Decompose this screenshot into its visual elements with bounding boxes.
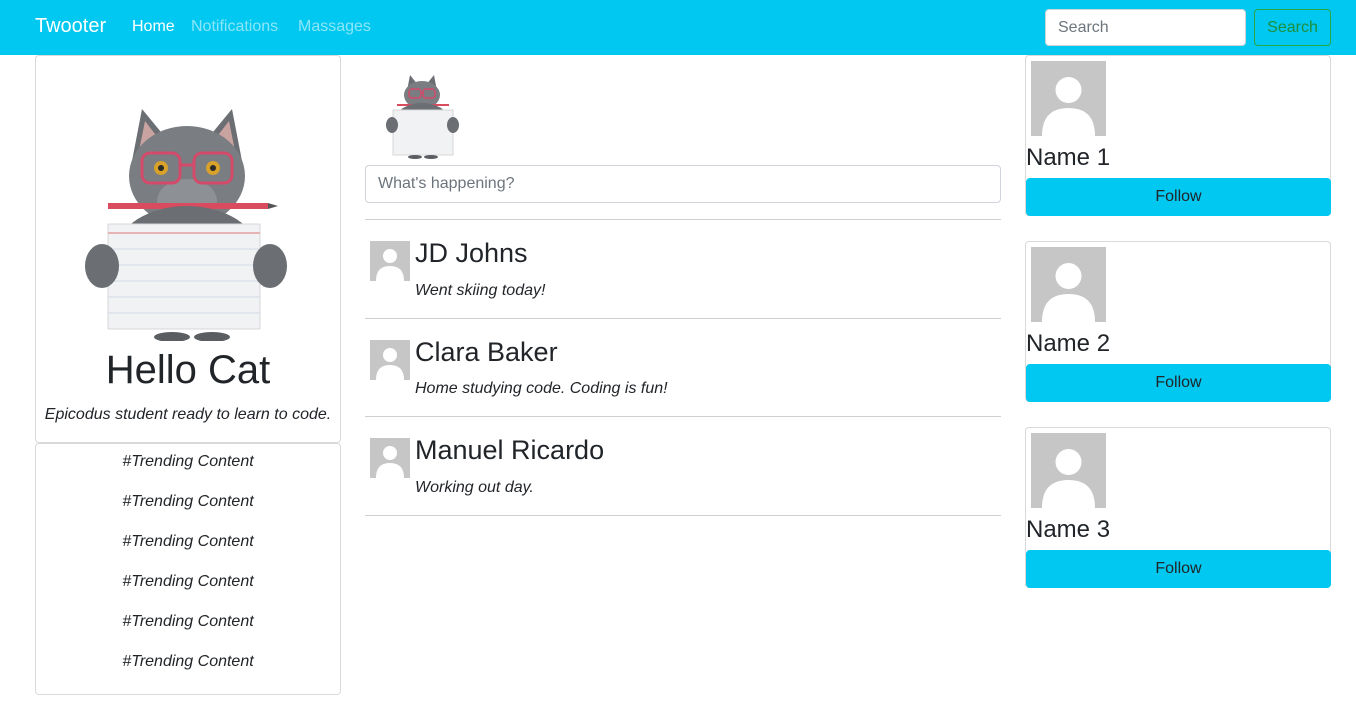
post-text: Working out day.	[415, 479, 534, 496]
trending-item[interactable]: #Trending Content	[36, 453, 340, 471]
nav-notifications[interactable]: Notifications	[191, 18, 278, 36]
nav-home[interactable]: Home	[132, 18, 175, 36]
compose-input[interactable]	[365, 165, 1001, 203]
post-author[interactable]: Manuel Ricardo	[415, 435, 604, 466]
divider	[365, 515, 1001, 516]
suggestion-name[interactable]: Name 2	[1026, 330, 1110, 358]
avatar-placeholder-icon	[370, 340, 410, 380]
follow-card: Name 2 Follow	[1025, 241, 1331, 402]
avatar-placeholder-icon	[370, 438, 410, 478]
trending-item[interactable]: #Trending Content	[36, 613, 340, 631]
avatar-placeholder-icon	[1031, 247, 1106, 322]
post-author[interactable]: Clara Baker	[415, 337, 558, 368]
suggestion-name[interactable]: Name 3	[1026, 516, 1110, 544]
trending-card: #Trending Content #Trending Content #Tre…	[35, 443, 341, 695]
profile-card: Hello Cat Epicodus student ready to lear…	[35, 55, 341, 443]
post-author[interactable]: JD Johns	[415, 238, 528, 269]
divider	[365, 416, 1001, 417]
navbar: Twooter Home Notifications Massages Sear…	[0, 0, 1356, 55]
avatar-placeholder-icon	[1031, 61, 1106, 136]
post-text: Home studying code. Coding is fun!	[415, 380, 668, 397]
follow-card: Name 1 Follow	[1025, 55, 1331, 216]
profile-name: Hello Cat	[105, 348, 271, 392]
trending-item[interactable]: #Trending Content	[36, 573, 340, 591]
avatar-placeholder-icon	[1031, 433, 1106, 508]
search-input[interactable]	[1045, 9, 1246, 46]
brand-logo[interactable]: Twooter	[35, 15, 106, 38]
divider	[365, 219, 1001, 220]
trending-item[interactable]: #Trending Content	[36, 653, 340, 671]
follow-button[interactable]: Follow	[1026, 550, 1331, 588]
suggestion-name[interactable]: Name 1	[1026, 144, 1110, 172]
divider	[365, 318, 1001, 319]
search-button[interactable]: Search	[1254, 9, 1331, 46]
nav-messages[interactable]: Massages	[298, 18, 371, 36]
post-text: Went skiing today!	[415, 282, 546, 299]
avatar-placeholder-icon	[370, 241, 410, 281]
follow-button[interactable]: Follow	[1026, 178, 1331, 216]
profile-bio: Epicodus student ready to learn to code.	[44, 406, 332, 423]
trending-item[interactable]: #Trending Content	[36, 493, 340, 511]
follow-card: Name 3 Follow	[1025, 427, 1331, 588]
follow-button[interactable]: Follow	[1026, 364, 1331, 402]
cat-thumbnail-icon	[385, 73, 459, 160]
cat-photo-icon	[72, 91, 302, 341]
trending-item[interactable]: #Trending Content	[36, 533, 340, 551]
